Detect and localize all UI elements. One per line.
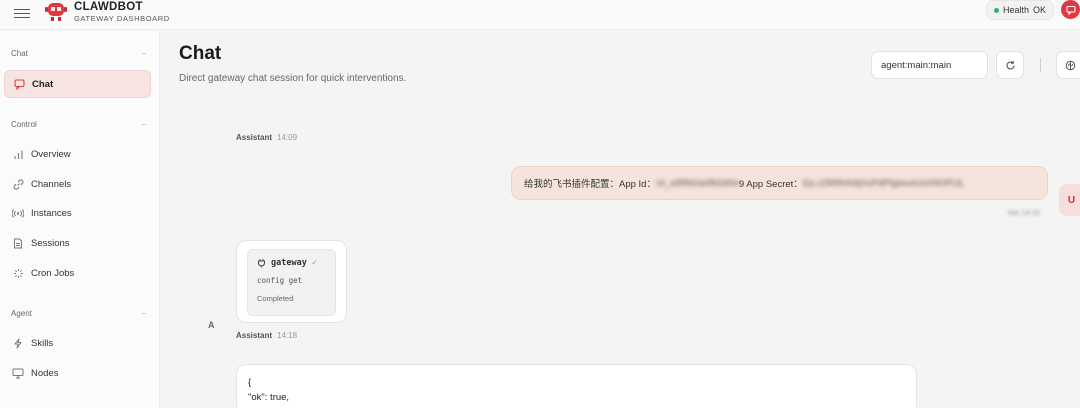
tool-call-inner: gateway ✓ config get Completed bbox=[247, 249, 336, 316]
sender-name: Assistant bbox=[236, 331, 273, 340]
brain-icon bbox=[1065, 60, 1075, 70]
status-dot-icon bbox=[994, 7, 999, 13]
health-label: Health bbox=[1003, 5, 1030, 15]
page-subtitle: Direct gateway chat session for quick in… bbox=[179, 73, 407, 84]
top-bar: CLAWDBOT GATEWAY DASHBOARD Health OK bbox=[0, 0, 1080, 30]
sidebar-item-label: Chat bbox=[32, 78, 54, 90]
user-message-text: 给我的飞书插件配置：App Id： bbox=[524, 179, 656, 190]
section-agent[interactable]: Agent − bbox=[11, 309, 146, 318]
sidebar-item-nodes[interactable]: Nodes bbox=[4, 359, 151, 387]
monitor-icon bbox=[12, 367, 24, 379]
tool-command: config get bbox=[257, 276, 303, 285]
sidebar-item-label: Overview bbox=[31, 148, 71, 160]
tool-header: gateway ✓ bbox=[257, 258, 326, 268]
broadcast-icon bbox=[12, 207, 24, 219]
message-time: Yes 14:15 bbox=[1007, 208, 1041, 217]
sidebar: Chat − Chat Control − Overview Channels … bbox=[0, 31, 160, 408]
message-icon bbox=[13, 78, 25, 90]
refresh-icon bbox=[1006, 60, 1015, 69]
collapse-icon[interactable]: − bbox=[141, 49, 146, 58]
json-line: { bbox=[248, 377, 252, 388]
redacted-app-id: cli_a9f9b0a0fb0d0e bbox=[655, 177, 739, 189]
menu-icon[interactable] bbox=[14, 6, 30, 20]
user-message-bubble: 给我的飞书插件配置：App Id： cli_a9f9b0a0fb0d0e 9 A… bbox=[511, 166, 1048, 200]
refresh-button[interactable] bbox=[996, 51, 1024, 79]
check-icon: ✓ bbox=[311, 258, 317, 268]
lightning-icon bbox=[12, 337, 24, 349]
tool-status: Completed bbox=[257, 294, 294, 303]
sidebar-item-label: Cron Jobs bbox=[31, 267, 75, 279]
tool-name: gateway bbox=[271, 258, 307, 268]
user-avatar: U bbox=[1059, 184, 1080, 216]
sidebar-item-label: Nodes bbox=[31, 367, 59, 379]
sidebar-item-sessions[interactable]: Sessions bbox=[4, 229, 151, 257]
section-title: Chat bbox=[11, 49, 28, 58]
section-title: Control bbox=[11, 120, 37, 129]
plug-icon bbox=[258, 259, 265, 268]
page-title: Chat bbox=[179, 43, 222, 64]
user-menu-button[interactable] bbox=[1061, 0, 1080, 19]
sidebar-item-label: Channels bbox=[31, 178, 72, 190]
message-time: 14:09 bbox=[277, 133, 298, 142]
assistant-message-bubble: { "ok": true, bbox=[236, 364, 917, 408]
brand-subtitle: GATEWAY DASHBOARD bbox=[74, 14, 170, 23]
sidebar-item-cron-jobs[interactable]: Cron Jobs bbox=[4, 259, 151, 287]
message-meta: Assistant 14:18 bbox=[236, 331, 297, 340]
bar-chart-icon bbox=[12, 148, 24, 160]
thinking-toggle-button[interactable] bbox=[1056, 51, 1080, 79]
chat-icon bbox=[1065, 5, 1076, 15]
sender-name: Assistant bbox=[236, 133, 273, 142]
assistant-avatar: A bbox=[208, 320, 215, 330]
sidebar-item-chat[interactable]: Chat bbox=[4, 70, 151, 98]
sidebar-item-label: Instances bbox=[31, 207, 72, 219]
section-chat[interactable]: Chat − bbox=[11, 49, 146, 58]
sidebar-item-label: Skills bbox=[31, 337, 54, 349]
redacted-app-secret: Ep.zZM9hN4jXxPdPtgbexiUoX9OPiJL bbox=[802, 177, 965, 189]
robot-logo-icon bbox=[45, 3, 67, 21]
user-message-text-2: 9 App Secret： bbox=[738, 179, 803, 190]
loader-icon bbox=[12, 267, 24, 279]
document-icon bbox=[12, 237, 24, 249]
section-control[interactable]: Control − bbox=[11, 120, 146, 129]
sidebar-item-label: Sessions bbox=[31, 237, 70, 249]
sidebar-item-instances[interactable]: Instances bbox=[4, 199, 151, 227]
collapse-icon[interactable]: − bbox=[141, 120, 146, 129]
brand: CLAWDBOT GATEWAY DASHBOARD bbox=[74, 1, 170, 24]
section-title: Agent bbox=[11, 309, 32, 318]
sidebar-item-overview[interactable]: Overview bbox=[4, 140, 151, 168]
collapse-icon[interactable]: − bbox=[141, 309, 146, 318]
health-status: Health OK bbox=[986, 0, 1054, 20]
toolbar-divider bbox=[1040, 58, 1041, 72]
link-icon bbox=[12, 178, 24, 190]
message-time: 14:18 bbox=[277, 331, 298, 340]
session-select[interactable]: agent:main:main bbox=[871, 51, 988, 79]
json-line: "ok": true, bbox=[248, 392, 290, 403]
brand-name: CLAWDBOT bbox=[74, 1, 143, 13]
sidebar-item-channels[interactable]: Channels bbox=[4, 170, 151, 198]
main-content: Chat Direct gateway chat session for qui… bbox=[161, 31, 1080, 408]
sidebar-item-skills[interactable]: Skills bbox=[4, 329, 151, 357]
tool-call-card[interactable]: gateway ✓ config get Completed bbox=[236, 240, 347, 323]
health-value: OK bbox=[1033, 5, 1047, 15]
message-meta: Assistant 14:09 bbox=[236, 133, 297, 142]
